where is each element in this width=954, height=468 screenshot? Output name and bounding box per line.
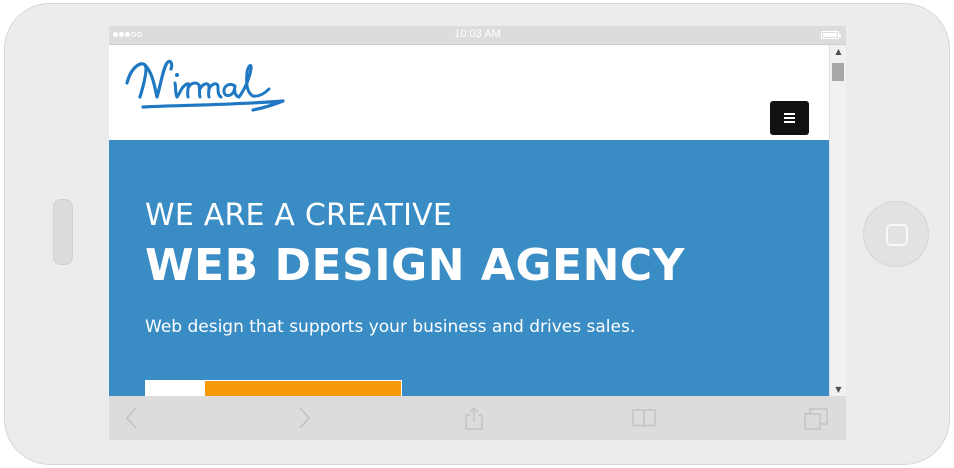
hero-title: WEB DESIGN AGENCY [145, 240, 686, 291]
bookmarks-icon[interactable] [631, 405, 657, 431]
scroll-up-arrow-icon[interactable]: ▲ [830, 45, 846, 59]
hero-subtitle: Web design that supports your business a… [145, 317, 636, 337]
site-logo[interactable] [123, 53, 293, 125]
home-button[interactable] [863, 201, 929, 267]
tabs-icon[interactable] [803, 405, 829, 431]
phone-screen: 10:03 AM WE ARE A CREATIVE WEB DESIGN AG… [109, 26, 846, 440]
browser-toolbar [109, 396, 846, 440]
browser-viewport: WE ARE A CREATIVE WEB DESIGN AGENCY Web … [109, 44, 846, 396]
back-arrow-icon[interactable] [119, 405, 145, 431]
site-header [109, 45, 829, 140]
page-scrollbar[interactable]: ▲ ▼ [829, 45, 846, 396]
home-button-square-icon [886, 224, 908, 246]
forward-arrow-icon[interactable] [291, 405, 317, 431]
scroll-down-arrow-icon[interactable]: ▼ [830, 383, 846, 396]
cta-white-segment [146, 381, 205, 396]
nirmal-logo-script [125, 59, 285, 112]
hero-section: WE ARE A CREATIVE WEB DESIGN AGENCY Web … [109, 140, 829, 396]
hero-kicker: WE ARE A CREATIVE [145, 198, 453, 233]
menu-toggle-button[interactable] [770, 101, 809, 135]
share-icon[interactable] [461, 405, 487, 431]
hero-cta-button[interactable] [145, 380, 402, 396]
hamburger-icon [784, 113, 795, 115]
status-time: 10:03 AM [454, 28, 501, 40]
scroll-thumb[interactable] [832, 63, 844, 81]
phone-side-button [53, 199, 73, 265]
battery-icon [821, 31, 841, 39]
status-bar: 10:03 AM [109, 26, 846, 44]
